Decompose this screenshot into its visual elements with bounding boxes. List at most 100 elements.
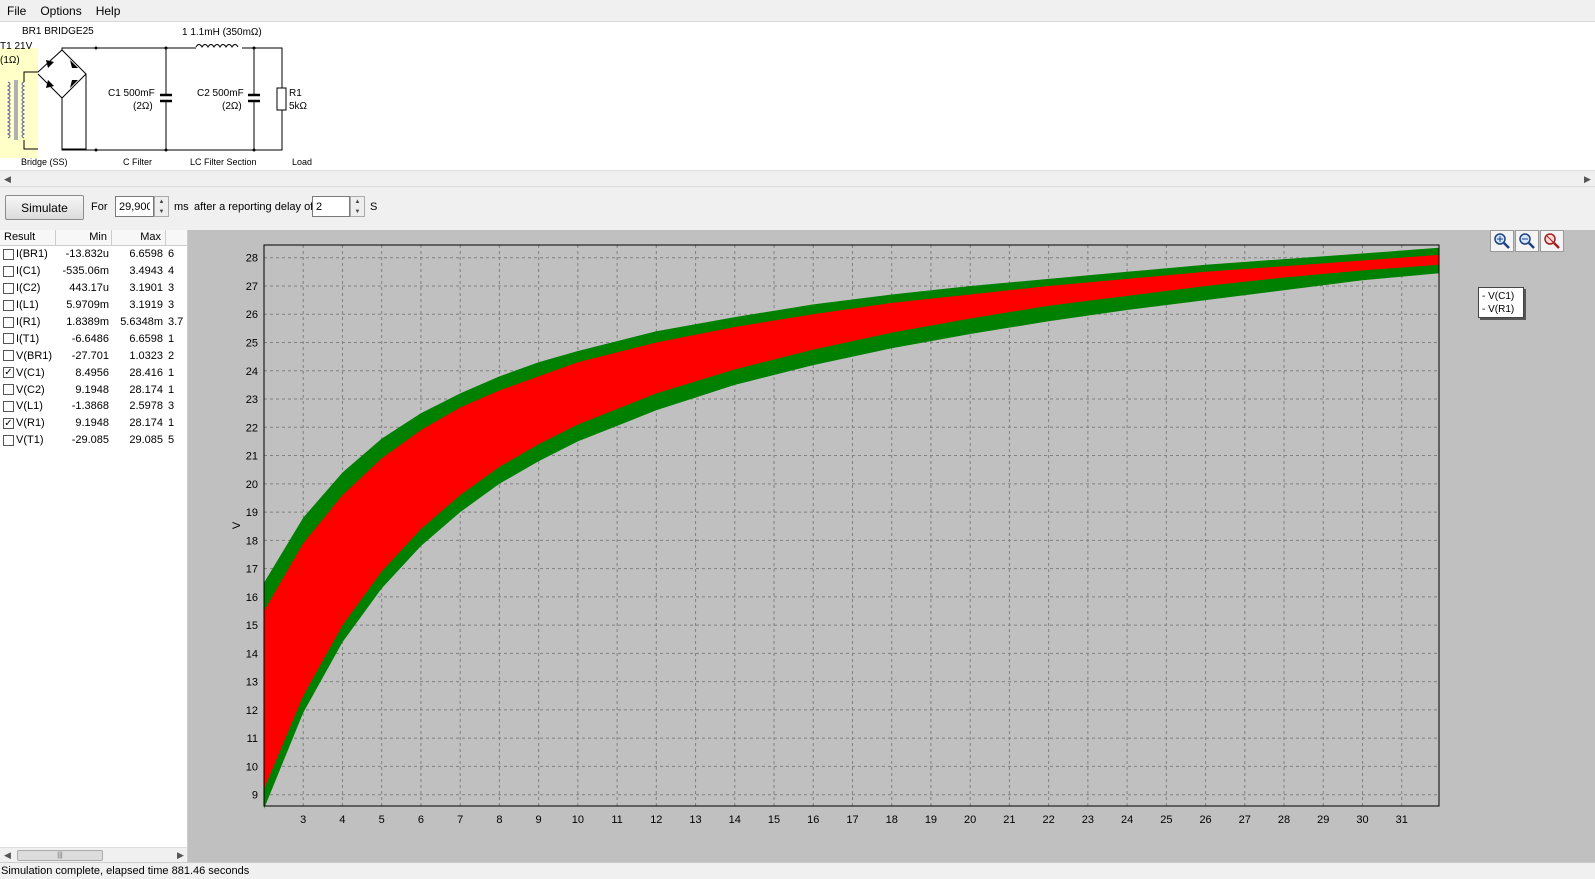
result-min: 9.1948 <box>75 383 109 396</box>
section-lc-filter: LC Filter Section <box>190 157 257 167</box>
header-extra <box>166 230 186 245</box>
zoom-out-icon[interactable] <box>1515 230 1539 252</box>
voltage-chart: 3 4 5 6 7 8 9 10 11 12 13 14 15 16 17 18 19 20 21 22 23 24 25 2… <box>231 244 1440 826</box>
result-checkbox[interactable] <box>3 384 14 396</box>
section-c-filter: C Filter <box>123 157 152 167</box>
result-name: I(C2) <box>16 282 41 295</box>
result-checkbox[interactable] <box>3 434 14 446</box>
zoom-reset-icon[interactable] <box>1540 230 1564 252</box>
result-checkbox[interactable] <box>3 248 14 260</box>
c2-label: C2 500mF <box>197 88 244 99</box>
y-tick-label: 20 <box>246 479 258 491</box>
schematic-horizontal-scrollbar[interactable]: ◀ ▶ <box>0 170 1595 187</box>
table-row[interactable]: I(R1) 1.8389m 5.6348m 3.7 <box>0 314 187 331</box>
scroll-right-icon[interactable]: ▶ <box>173 848 187 862</box>
transformer-impedance: (1Ω) <box>0 55 20 66</box>
result-checkbox[interactable] <box>3 299 14 311</box>
x-tick-label: 30 <box>1356 814 1368 826</box>
chart-legend: - V(C1) - V(R1) <box>1478 287 1524 318</box>
results-horizontal-scrollbar[interactable]: ◀ ||| ▶ <box>0 847 187 862</box>
duration-spinner[interactable]: ▲ ▼ <box>154 196 169 217</box>
table-row[interactable]: I(C1) -535.06m 3.4943 4 <box>0 263 187 280</box>
x-tick-label: 18 <box>886 814 898 826</box>
result-name-cell: I(BR1) <box>0 248 56 260</box>
x-tick-label: 22 <box>1043 814 1055 826</box>
y-tick-label: 26 <box>246 309 258 321</box>
legend-item-vr1: - V(R1) <box>1482 304 1515 315</box>
table-row[interactable]: V(BR1) -27.701 1.0323 2 <box>0 347 187 364</box>
result-checkbox[interactable] <box>3 316 14 328</box>
spin-down-icon[interactable]: ▼ <box>155 207 168 217</box>
result-name: V(T1) <box>16 434 44 447</box>
header-min[interactable]: Min <box>56 230 112 245</box>
scroll-left-icon[interactable]: ◀ <box>0 172 15 186</box>
y-tick-label: 12 <box>246 705 258 717</box>
result-name-cell: V(C2) <box>0 384 56 396</box>
table-row[interactable]: V(L1) -1.3868 2.5978 3 <box>0 398 187 415</box>
result-max: 5.6348m <box>120 316 163 328</box>
x-tick-label: 24 <box>1121 814 1133 826</box>
zoom-in-icon[interactable] <box>1490 230 1514 252</box>
table-row[interactable]: V(C2) 9.1948 28.174 1 <box>0 381 187 398</box>
scroll-left-icon[interactable]: ◀ <box>0 848 15 862</box>
table-row[interactable]: I(BR1) -13.832u 6.6598 6 <box>0 246 187 263</box>
result-max: 3.1919 <box>129 299 163 312</box>
header-result[interactable]: Result <box>0 230 56 245</box>
table-row[interactable]: ✓ V(C1) 8.4956 28.416 1 <box>0 364 187 381</box>
result-extra: 1 <box>168 332 175 345</box>
result-checkbox[interactable]: ✓ <box>3 367 14 379</box>
menu-help[interactable]: Help <box>89 0 128 22</box>
y-tick-label: 13 <box>246 677 258 689</box>
result-name: I(L1) <box>16 299 39 312</box>
results-table: Result Min Max I(BR1) -13.832u 6.6598 6 I(C1… <box>0 230 188 862</box>
table-row[interactable]: I(C2) 443.17u 3.1901 3 <box>0 280 187 297</box>
result-max: 3.1901 <box>129 282 163 295</box>
scroll-right-icon[interactable]: ▶ <box>1580 172 1595 186</box>
result-checkbox[interactable] <box>3 282 14 294</box>
result-checkbox[interactable] <box>3 265 14 277</box>
result-name-cell: I(T1) <box>0 333 56 345</box>
spin-up-icon[interactable]: ▲ <box>155 197 168 207</box>
scroll-thumb[interactable]: ||| <box>17 850 103 861</box>
header-max[interactable]: Max <box>112 230 166 245</box>
x-tick-label: 5 <box>379 814 385 826</box>
result-min: -535.06m <box>62 265 109 278</box>
result-extra: 1 <box>168 383 175 396</box>
x-tick-label: 7 <box>457 814 463 826</box>
table-row[interactable]: I(L1) 5.9709m 3.1919 3 <box>0 297 187 314</box>
y-tick-label: 24 <box>246 366 258 378</box>
legend-item-vc1: - V(C1) <box>1482 291 1515 302</box>
status-bar: Simulation complete, elapsed time 881.46… <box>0 862 1595 879</box>
x-tick-label: 6 <box>418 814 424 826</box>
result-name: V(L1) <box>16 400 43 413</box>
simulate-button[interactable]: Simulate <box>5 195 84 220</box>
x-tick-label: 31 <box>1396 814 1408 826</box>
result-min: 443.17u <box>69 282 109 295</box>
circuit-diagram <box>0 44 287 158</box>
result-extra: 5 <box>168 434 175 447</box>
result-name-cell: V(L1) <box>0 400 56 412</box>
delay-spinner[interactable]: ▲ ▼ <box>350 196 365 217</box>
y-tick-label: 9 <box>252 790 258 802</box>
result-min: 5.9709m <box>66 299 109 312</box>
table-row[interactable]: I(T1) -6.6486 6.6598 1 <box>0 330 187 347</box>
menu-bar: File Options Help <box>0 0 1595 22</box>
c1-impedance: (2Ω) <box>133 101 153 112</box>
bridge-label: BR1 BRIDGE25 <box>22 26 94 37</box>
y-tick-label: 23 <box>246 394 258 406</box>
x-tick-label: 14 <box>729 814 741 826</box>
delay-input[interactable] <box>312 196 350 217</box>
result-checkbox[interactable] <box>3 400 14 412</box>
result-checkbox[interactable] <box>3 333 14 345</box>
y-tick-label: 22 <box>246 422 258 434</box>
spin-up-icon[interactable]: ▲ <box>351 197 364 207</box>
result-checkbox[interactable] <box>3 350 14 362</box>
result-checkbox[interactable]: ✓ <box>3 417 14 429</box>
table-row[interactable]: ✓ V(R1) 9.1948 28.174 1 <box>0 415 187 432</box>
duration-input[interactable] <box>115 196 154 217</box>
menu-options[interactable]: Options <box>33 0 88 22</box>
table-row[interactable]: V(T1) -29.085 29.085 5 <box>0 432 187 449</box>
x-tick-label: 13 <box>689 814 701 826</box>
spin-down-icon[interactable]: ▼ <box>351 207 364 217</box>
menu-file[interactable]: File <box>0 0 33 22</box>
